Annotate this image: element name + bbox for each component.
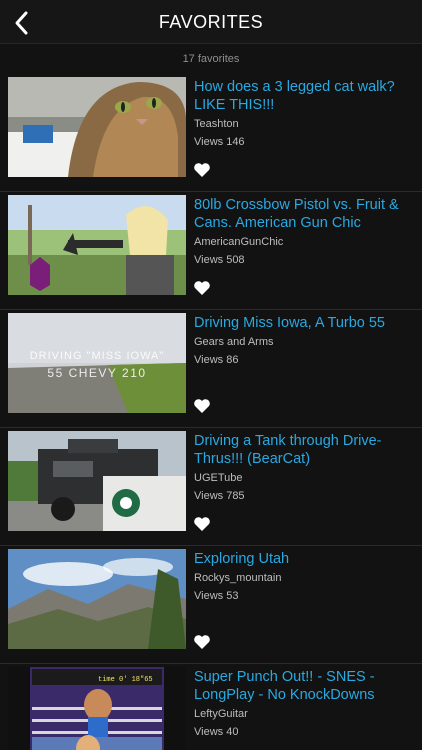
nav-bar: FAVORITES: [0, 0, 422, 44]
video-thumbnail[interactable]: [8, 77, 186, 177]
video-views: Views 86: [194, 354, 239, 366]
favorites-count: 17 favorites: [182, 53, 240, 65]
video-author: Gears and Arms: [194, 336, 274, 348]
game-hud-text: time 0' 18"65: [98, 676, 153, 684]
video-views: Views 53: [194, 590, 239, 602]
video-title[interactable]: 80lb Crossbow Pistol vs. Fruit & Cans. A…: [194, 196, 414, 232]
video-author: LeftyGuitar: [194, 708, 248, 720]
list-item[interactable]: Driving a Tank through Drive-Thrus!!! (B…: [0, 428, 422, 546]
video-title[interactable]: How does a 3 legged cat walk? LIKE THIS!…: [194, 78, 414, 114]
video-author: Teashton: [194, 118, 239, 130]
video-thumbnail[interactable]: time 0' 18"65: [8, 667, 186, 750]
video-author: Rockys_mountain: [194, 572, 282, 584]
list-item[interactable]: How does a 3 legged cat walk? LIKE THIS!…: [0, 74, 422, 192]
favorite-heart-icon[interactable]: [193, 634, 211, 650]
video-views: Views 146: [194, 136, 245, 148]
video-views: Views 40: [194, 726, 239, 738]
video-author: AmericanGunChic: [194, 236, 284, 248]
video-views: Views 508: [194, 254, 245, 266]
video-title[interactable]: Super Punch Out!! - SNES - LongPlay - No…: [194, 668, 414, 704]
video-thumbnail[interactable]: [8, 195, 186, 295]
video-thumbnail[interactable]: [8, 549, 186, 649]
thumb-overlay-text: DRIVING "MISS IOWA": [30, 350, 165, 362]
video-thumbnail[interactable]: [8, 431, 186, 531]
thumb-overlay-text: 55 CHEVY 210: [47, 366, 146, 380]
video-title[interactable]: Exploring Utah: [194, 550, 414, 568]
video-author: UGETube: [194, 472, 243, 484]
video-title[interactable]: Driving a Tank through Drive-Thrus!!! (B…: [194, 432, 414, 468]
favorite-heart-icon[interactable]: [193, 162, 211, 178]
favorites-list: How does a 3 legged cat walk? LIKE THIS!…: [0, 74, 422, 750]
favorite-heart-icon[interactable]: [193, 516, 211, 532]
list-item[interactable]: DRIVING "MISS IOWA" 55 CHEVY 210 Driving…: [0, 310, 422, 428]
video-views: Views 785: [194, 490, 245, 502]
video-thumbnail[interactable]: DRIVING "MISS IOWA" 55 CHEVY 210: [8, 313, 186, 413]
video-title[interactable]: Driving Miss Iowa, A Turbo 55: [194, 314, 414, 332]
list-item[interactable]: time 0' 18"65 Super Punch Out!! - SNES -…: [0, 664, 422, 750]
favorite-heart-icon[interactable]: [193, 280, 211, 296]
list-item[interactable]: 80lb Crossbow Pistol vs. Fruit & Cans. A…: [0, 192, 422, 310]
page-title: FAVORITES: [158, 12, 264, 32]
favorite-heart-icon[interactable]: [193, 398, 211, 414]
list-item[interactable]: Exploring Utah Rockys_mountain Views 53: [0, 546, 422, 664]
